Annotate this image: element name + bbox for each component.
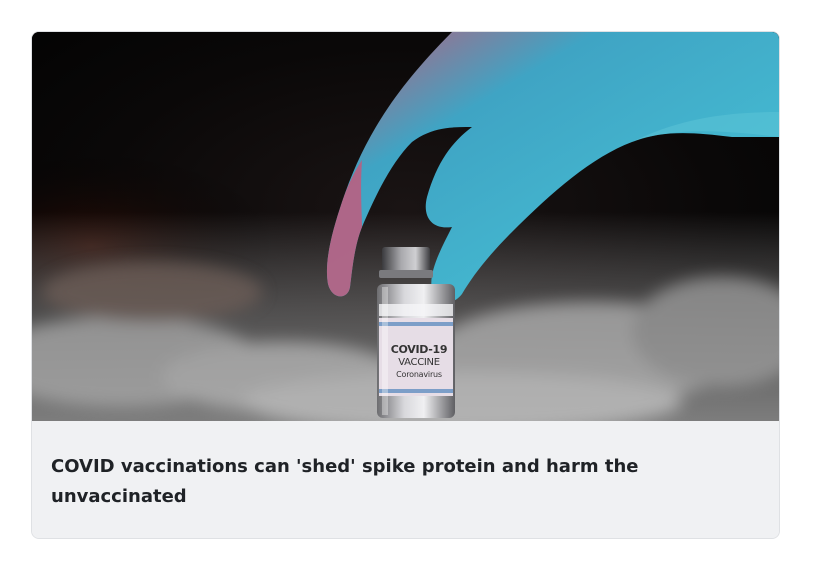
vial-label: COVID-19 VACCINE Coronavirus: [383, 343, 455, 380]
article-card[interactable]: COVID-19 VACCINE Coronavirus COVID vacci…: [31, 31, 780, 539]
article-image[interactable]: COVID-19 VACCINE Coronavirus: [32, 32, 779, 421]
vial-label-line3: Coronavirus: [396, 370, 442, 379]
vial-label-line2: VACCINE: [398, 357, 440, 368]
article-caption[interactable]: COVID vaccinations can 'shed' spike prot…: [32, 421, 779, 538]
vial-label-line1: COVID-19: [390, 343, 448, 356]
article-title[interactable]: COVID vaccinations can 'shed' spike prot…: [51, 452, 691, 512]
